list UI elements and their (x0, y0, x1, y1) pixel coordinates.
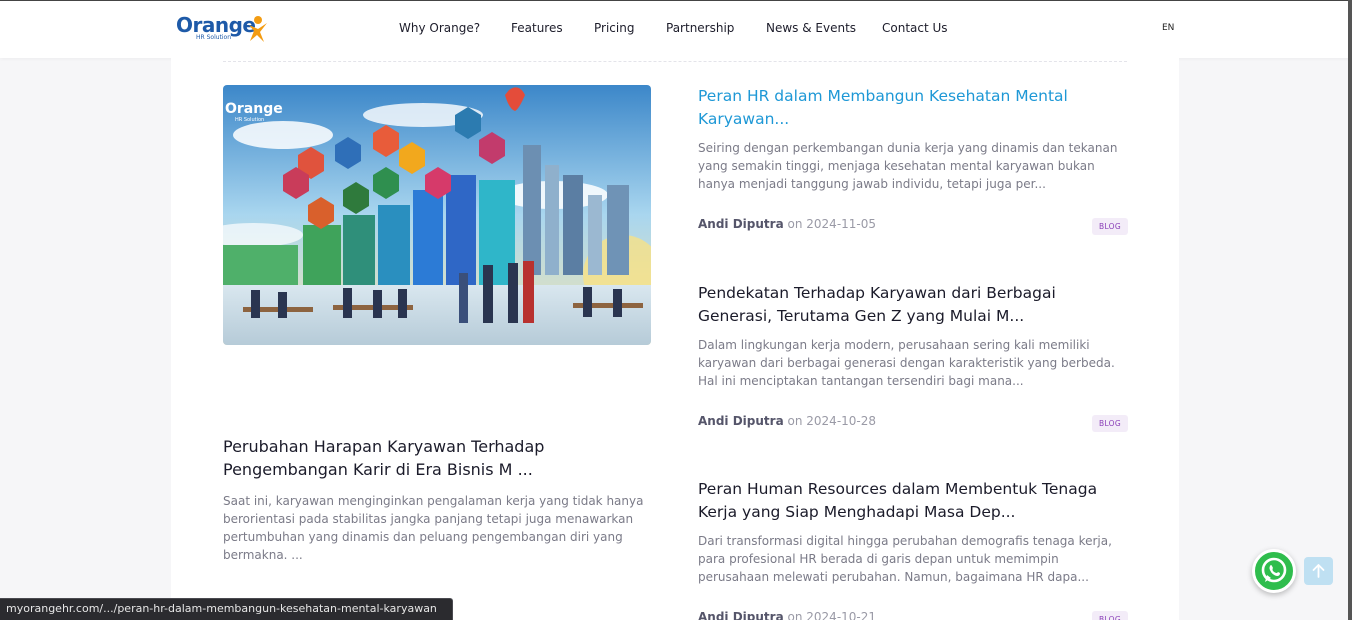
post-date: 2024-10-28 (806, 414, 877, 428)
featured-post-image[interactable]: Orange HR Solution (223, 85, 651, 345)
post-title[interactable]: Peran HR dalam Membangun Kesehatan Menta… (698, 85, 1128, 131)
site-header: Orange HR Solution Why Orange? Features … (0, 0, 1352, 58)
post-excerpt: Dalam lingkungan kerja modern, perusahaa… (698, 338, 1115, 388)
post-card: Pendekatan Terhadap Karyawan dari Berbag… (698, 282, 1128, 432)
post-author[interactable]: Andi Diputra (698, 610, 784, 620)
post-excerpt: Dari transformasi digital hingga perubah… (698, 534, 1112, 584)
section-divider (223, 61, 1127, 62)
arrow-up-icon (1312, 564, 1325, 578)
post-title[interactable]: Peran Human Resources dalam Membentuk Te… (698, 478, 1128, 524)
post-author[interactable]: Andi Diputra (698, 414, 784, 428)
window-edge (1348, 0, 1352, 620)
nav-partnership[interactable]: Partnership (666, 21, 734, 35)
nav-pricing[interactable]: Pricing (594, 21, 634, 35)
category-badge[interactable]: BLOG (1092, 218, 1128, 235)
language-selector[interactable]: EN (1162, 23, 1174, 33)
link-preview-status: myorangehr.com/.../peran-hr-dalam-memban… (0, 598, 453, 620)
post-meta: Andi Diputra on 2024-11-05 (698, 217, 876, 231)
whatsapp-icon (1261, 557, 1287, 583)
back-to-top-button[interactable] (1304, 557, 1333, 585)
featured-illustration: Orange HR Solution (223, 85, 651, 345)
post-date-prefix: on (787, 610, 803, 620)
category-badge[interactable]: BLOG (1092, 611, 1128, 620)
image-logo-tagline: HR Solution (235, 117, 264, 123)
post-card: Peran HR dalam Membangun Kesehatan Menta… (698, 85, 1128, 235)
nav-news-events[interactable]: News & Events (766, 21, 856, 35)
category-badge[interactable]: BLOG (1092, 415, 1128, 432)
image-logo-text: Orange (225, 101, 283, 117)
blog-list: Orange HR Solution Perubahan Harapan Kar… (171, 58, 1179, 620)
post-meta: Andi Diputra on 2024-10-21 (698, 610, 876, 620)
featured-post-title[interactable]: Perubahan Harapan Karyawan Terhadap Peng… (223, 435, 603, 481)
post-author[interactable]: Andi Diputra (698, 217, 784, 231)
featured-post-excerpt: Saat ini, karyawan menginginkan pengalam… (223, 494, 644, 562)
post-date-prefix: on (787, 217, 803, 231)
post-meta: Andi Diputra on 2024-10-28 (698, 414, 876, 428)
post-date: 2024-11-05 (806, 217, 877, 231)
nav-why-orange[interactable]: Why Orange? (399, 21, 480, 35)
post-excerpt: Seiring dengan perkembangan dunia kerja … (698, 141, 1118, 191)
page: Orange HR Solution Why Orange? Features … (0, 0, 1352, 620)
post-date: 2024-10-21 (806, 610, 877, 620)
whatsapp-button[interactable] (1252, 549, 1296, 593)
nav-features[interactable]: Features (511, 21, 563, 35)
main-nav: Why Orange? Features Pricing Partnership… (0, 21, 1352, 39)
post-title[interactable]: Pendekatan Terhadap Karyawan dari Berbag… (698, 282, 1128, 328)
nav-contact-us[interactable]: Contact Us (882, 21, 948, 35)
post-date-prefix: on (787, 414, 803, 428)
post-card: Peran Human Resources dalam Membentuk Te… (698, 478, 1128, 620)
